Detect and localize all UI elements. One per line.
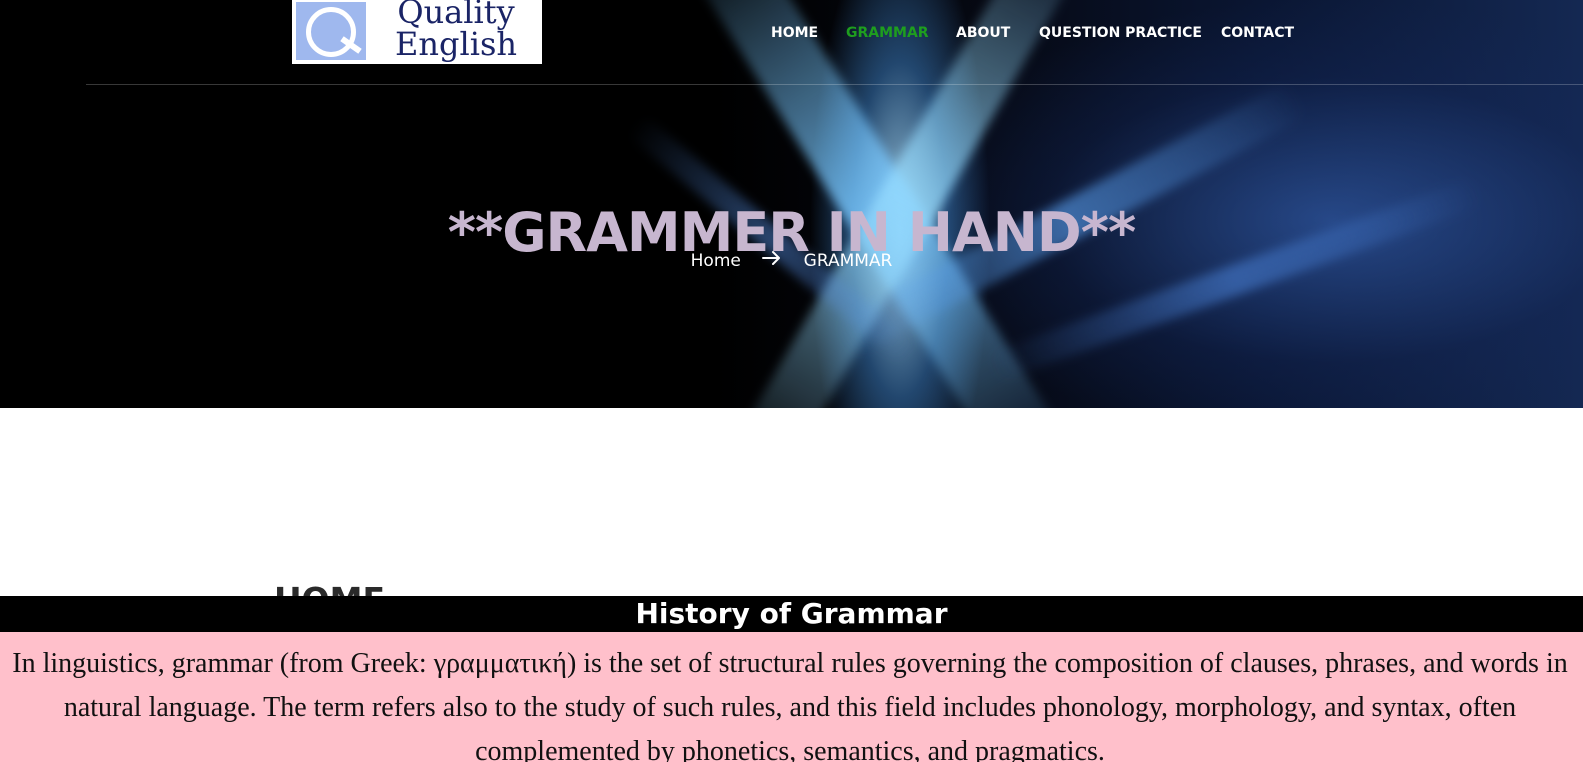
content-box: In linguistics, grammar (from Greek: γρα… — [0, 632, 1583, 762]
logo-line-2: English — [395, 25, 517, 63]
nav-item-contact[interactable]: CONTACT — [1221, 23, 1294, 43]
site-logo[interactable]: Quality English — [292, 0, 542, 64]
breadcrumb-current: GRAMMAR — [803, 251, 893, 271]
breadcrumb: Home GRAMMAR — [0, 249, 1583, 273]
breadcrumb-home-link[interactable]: Home — [691, 249, 741, 273]
hero-banner: Quality English HOME GRAMMAR ABOUT QUEST… — [0, 0, 1583, 408]
header-divider — [86, 84, 1583, 85]
subheading-title: History of Grammar — [635, 597, 948, 630]
logo-q-icon — [296, 2, 366, 60]
grammar-history-paragraph: In linguistics, grammar (from Greek: γρα… — [12, 648, 1568, 762]
nav-item-about[interactable]: ABOUT — [956, 23, 1010, 43]
arrow-right-icon — [762, 249, 782, 273]
nav-item-grammar[interactable]: GRAMMAR — [846, 23, 929, 43]
nav-item-question-practice[interactable]: QUESTION PRACTICE — [1039, 23, 1202, 43]
subheading-bar: History of Grammar — [0, 596, 1583, 632]
logo-line-1: Quality — [397, 0, 515, 31]
logo-text: Quality English — [370, 0, 542, 60]
nav-item-home[interactable]: HOME — [771, 23, 818, 43]
